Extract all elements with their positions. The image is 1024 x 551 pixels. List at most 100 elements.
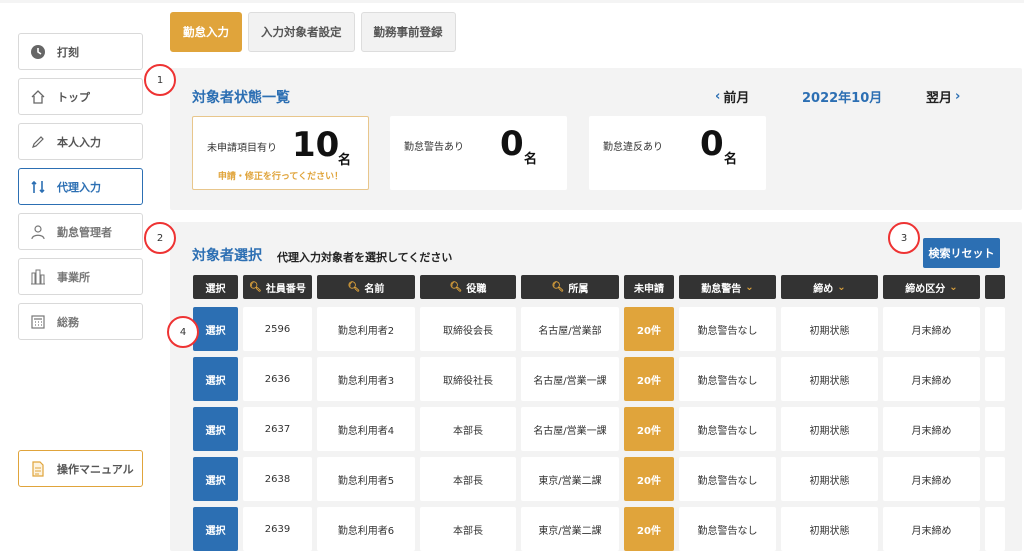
top-border — [0, 0, 1024, 3]
sidebar-item-clock-in[interactable]: 打刻 — [18, 33, 143, 70]
prev-month-label: 前月 — [723, 91, 750, 106]
column-overflow — [985, 275, 1005, 299]
unsubmitted-badge: 20件 — [624, 457, 674, 501]
prev-month-button[interactable]: ‹ 前月 — [715, 87, 749, 106]
home-icon — [29, 88, 47, 106]
overflow-cell — [985, 507, 1005, 551]
stat-card-violation[interactable]: 勤怠違反あり 0 名 — [589, 116, 766, 190]
column-name[interactable]: 🔍︎ 名前 — [317, 275, 415, 299]
employee-position: 取締役社長 — [420, 357, 516, 401]
next-month-button[interactable]: 翌月 › — [926, 87, 960, 106]
chevron-down-icon: ⌄ — [949, 281, 958, 293]
column-select: 選択 — [193, 275, 238, 299]
search-icon: 🔍︎ — [249, 281, 262, 293]
sidebar-item-self-input[interactable]: 本人入力 — [18, 123, 143, 160]
stat-unit: 名 — [524, 152, 538, 167]
overflow-cell — [985, 457, 1005, 501]
column-label: 締め区分 — [905, 283, 946, 295]
warning-status: 勤怠警告なし — [679, 507, 776, 551]
column-closing-type[interactable]: 締め区分 ⌄ — [883, 275, 980, 299]
column-label: 選択 — [205, 283, 226, 295]
current-month: 2022年10月 — [802, 91, 883, 106]
unsubmitted-badge: 20件 — [624, 507, 674, 551]
sidebar-item-label: 代理入力 — [57, 180, 101, 194]
closing-type: 月末締め — [883, 357, 980, 401]
building-icon — [29, 268, 47, 286]
column-label: 所属 — [568, 283, 589, 295]
employee-position: 本部長 — [420, 407, 516, 451]
sidebar-item-top[interactable]: トップ — [18, 78, 143, 115]
chevron-left-icon: ‹ — [715, 89, 721, 104]
stat-unit: 名 — [724, 152, 738, 167]
table-row: 選択 2636 勤怠利用者3 取締役社長 名古屋/営業一課 20件 勤怠警告なし… — [193, 357, 1005, 401]
table-row: 選択 2638 勤怠利用者5 本部長 東京/営業二課 20件 勤怠警告なし 初期… — [193, 457, 1005, 501]
annotation-marker-3: 3 — [888, 222, 920, 254]
annotation-marker-4: 4 — [167, 316, 199, 348]
tab-pre-registration[interactable]: 勤務事前登録 — [360, 12, 456, 52]
table-row: 選択 2596 勤怠利用者2 取締役会長 名古屋/営業部 20件 勤怠警告なし … — [193, 307, 1005, 351]
stat-label: 未申請項目有り — [207, 143, 277, 154]
select-button[interactable]: 選択 — [193, 407, 238, 451]
annotation-marker-1: 1 — [144, 64, 176, 96]
employee-department: 名古屋/営業部 — [521, 307, 619, 351]
sidebar-item-label: 打刻 — [57, 45, 79, 59]
employee-department: 東京/営業二課 — [521, 507, 619, 551]
closing-type: 月末締め — [883, 407, 980, 451]
status-title: 対象者状態一覧 — [192, 90, 290, 106]
chevron-right-icon: › — [955, 89, 961, 104]
sidebar-item-general-affairs[interactable]: 総務 — [18, 303, 143, 340]
stat-card-unsubmitted[interactable]: 未申請項目有り 10 名 申請・修正を行ってください！ — [192, 116, 369, 190]
employee-name: 勤怠利用者2 — [317, 307, 415, 351]
search-icon: 🔍︎ — [449, 281, 463, 293]
select-button[interactable]: 選択 — [193, 357, 238, 401]
column-label: 勤怠警告 — [701, 283, 742, 295]
employee-position: 本部長 — [420, 507, 516, 551]
stat-value: 10 — [292, 125, 340, 165]
annotation-marker-2: 2 — [144, 222, 176, 254]
selection-panel: 対象者選択 代理入力対象者を選択してください 検索リセット 選択 🔍︎ 社員番号 … — [170, 222, 1022, 551]
manual-button[interactable]: 操作マニュアル — [18, 450, 143, 487]
tab-target-settings[interactable]: 入力対象者設定 — [248, 12, 355, 52]
search-icon: 🔍︎ — [347, 281, 361, 293]
sidebar-item-proxy-input[interactable]: 代理入力 — [18, 168, 143, 205]
document-icon — [29, 460, 47, 478]
stat-label: 勤怠警告あり — [404, 142, 464, 153]
pencil-icon — [29, 133, 47, 151]
closing-type: 月末締め — [883, 457, 980, 501]
column-position[interactable]: 🔍︎ 役職 — [420, 275, 516, 299]
closing-status: 初期状態 — [781, 407, 878, 451]
tab-attendance-input[interactable]: 勤怠入力 — [170, 12, 242, 52]
closing-status: 初期状態 — [781, 357, 878, 401]
sidebar-item-label: 勤怠管理者 — [57, 225, 112, 239]
employee-department: 名古屋/営業一課 — [521, 407, 619, 451]
column-employee-id[interactable]: 🔍︎ 社員番号 — [243, 275, 312, 299]
overflow-cell — [985, 407, 1005, 451]
warning-status: 勤怠警告なし — [679, 357, 776, 401]
column-department[interactable]: 🔍︎ 所属 — [521, 275, 619, 299]
search-reset-button[interactable]: 検索リセット — [923, 238, 1000, 268]
column-warning[interactable]: 勤怠警告 ⌄ — [679, 275, 776, 299]
employee-name: 勤怠利用者5 — [317, 457, 415, 501]
select-button[interactable]: 選択 — [193, 307, 238, 351]
stat-label: 勤怠違反あり — [603, 142, 663, 153]
overflow-cell — [985, 357, 1005, 401]
select-button[interactable]: 選択 — [193, 457, 238, 501]
employee-position: 取締役会長 — [420, 307, 516, 351]
warning-status: 勤怠警告なし — [679, 457, 776, 501]
column-closing[interactable]: 締め ⌄ — [781, 275, 878, 299]
select-button[interactable]: 選択 — [193, 507, 238, 551]
chevron-down-icon: ⌄ — [837, 281, 846, 293]
chevron-down-icon: ⌄ — [745, 281, 754, 293]
sidebar-item-office[interactable]: 事業所 — [18, 258, 143, 295]
stat-card-warning[interactable]: 勤怠警告あり 0 名 — [390, 116, 567, 190]
employee-name: 勤怠利用者3 — [317, 357, 415, 401]
column-label: 名前 — [364, 283, 385, 295]
stat-unit: 名 — [338, 153, 352, 168]
clock-icon — [29, 43, 47, 61]
selection-description: 代理入力対象者を選択してください — [277, 251, 453, 264]
closing-status: 初期状態 — [781, 507, 878, 551]
warning-status: 勤怠警告なし — [679, 307, 776, 351]
employee-id: 2636 — [243, 357, 312, 401]
manual-label: 操作マニュアル — [57, 462, 134, 476]
sidebar-item-manager[interactable]: 勤怠管理者 — [18, 213, 143, 250]
